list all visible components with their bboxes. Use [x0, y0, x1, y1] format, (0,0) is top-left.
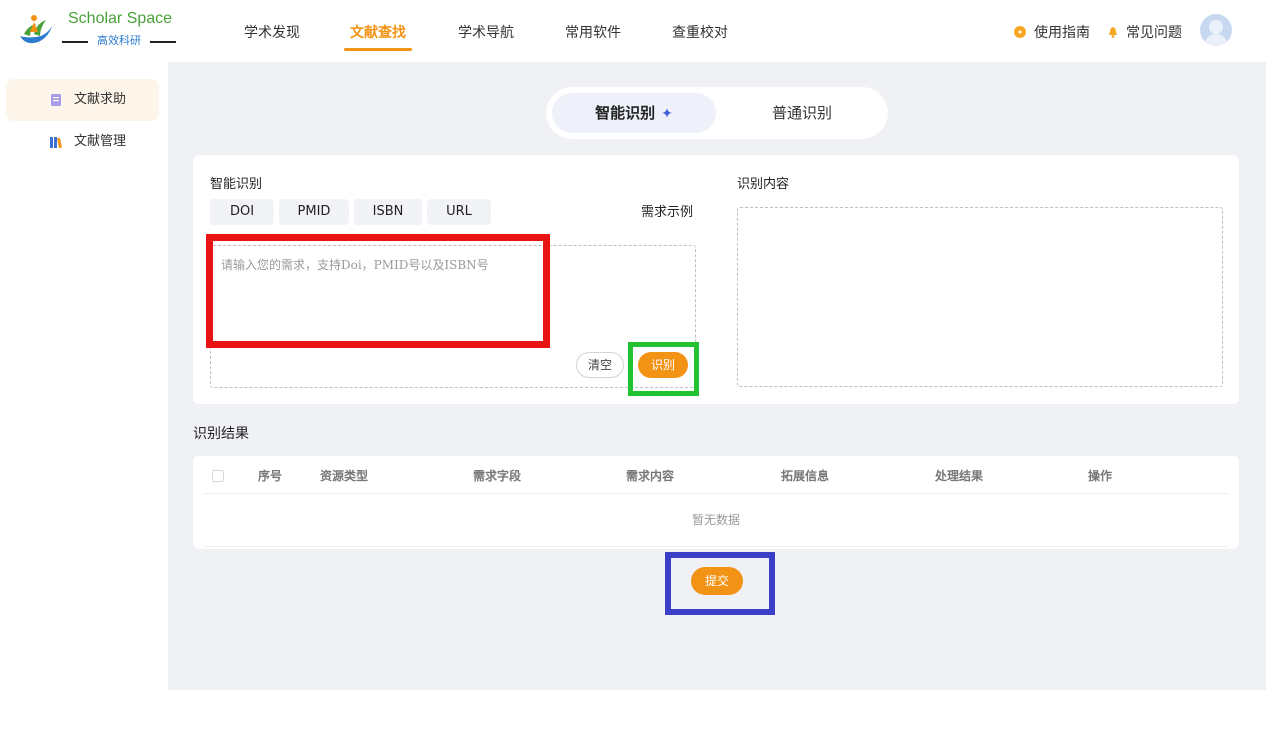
- nav-item-common-software[interactable]: 常用软件: [565, 22, 621, 42]
- document-icon: [51, 94, 61, 106]
- sidebar-item-label: 文献管理: [74, 134, 127, 149]
- nav-item-academic-discovery[interactable]: 学术发现: [244, 22, 300, 42]
- column-header-extended-info: 拓展信息: [781, 469, 830, 483]
- sidebar-item-literature-management[interactable]: 文献管理: [6, 121, 159, 163]
- top-navigation: Scholar Space 高效科研 学术发现 文献查找 学术导航 常用软件 查…: [0, 0, 1268, 62]
- tab-normal-recognition[interactable]: 普通识别: [722, 93, 882, 133]
- results-title: 识别结果: [193, 426, 249, 442]
- tab-smart-recognition-label: 智能识别: [595, 104, 656, 122]
- chip-pmid[interactable]: PMID: [279, 199, 349, 225]
- request-input-box: 清空 识别: [210, 245, 696, 388]
- nav-item-literature-search[interactable]: 文献查找: [350, 22, 406, 42]
- chip-url[interactable]: URL: [427, 199, 491, 225]
- column-header-processing-result: 处理结果: [935, 469, 984, 483]
- faq-link[interactable]: 常见问题: [1108, 22, 1182, 42]
- sidebar: 文献求助 文献管理: [0, 62, 168, 738]
- column-header-request-field: 需求字段: [473, 469, 522, 483]
- faq-label: 常见问题: [1126, 25, 1182, 41]
- user-avatar[interactable]: [1200, 14, 1232, 46]
- books-icon: [50, 137, 62, 148]
- recognition-card: 智能识别 DOI PMID ISBN URL 需求示例 清空 识别 识别内容: [193, 155, 1239, 404]
- column-header-actions: 操作: [1088, 469, 1113, 483]
- select-all-checkbox[interactable]: [212, 470, 224, 482]
- empty-state-text: 暂无数据: [691, 513, 740, 527]
- column-header-resource-type: 资源类型: [320, 469, 369, 483]
- results-table: 序号 资源类型 需求字段 需求内容 拓展信息 处理结果 操作 暂无数据: [193, 456, 1239, 549]
- request-example-link[interactable]: 需求示例: [641, 201, 693, 220]
- nav-item-academic-navigation[interactable]: 学术导航: [458, 22, 514, 42]
- brand-subtitle: 高效科研: [62, 34, 176, 48]
- guide-link[interactable]: 使用指南: [1014, 22, 1090, 42]
- guide-label: 使用指南: [1034, 25, 1090, 41]
- submit-button[interactable]: 提交: [691, 567, 743, 595]
- column-header-index: 序号: [258, 469, 283, 483]
- sidebar-item-label: 文献求助: [74, 92, 127, 107]
- user-avatar-icon: [1204, 20, 1228, 46]
- smart-recognition-title: 智能识别: [210, 177, 263, 192]
- compass-icon: [1014, 26, 1026, 38]
- column-header-request-content: 需求内容: [626, 469, 675, 483]
- recognize-button[interactable]: 识别: [638, 352, 688, 378]
- chip-isbn[interactable]: ISBN: [354, 199, 422, 225]
- chip-doi[interactable]: DOI: [210, 199, 274, 225]
- clear-button[interactable]: 清空: [576, 352, 624, 378]
- nav-item-plagiarism-check[interactable]: 查重校对: [672, 22, 728, 42]
- recognized-content-title: 识别内容: [737, 177, 790, 192]
- main-content: 智能识别 ✦ 普通识别 智能识别 DOI PMID ISBN URL 需求示例 清…: [168, 62, 1266, 690]
- bell-icon: [1109, 27, 1117, 38]
- nav-active-indicator: [344, 48, 412, 51]
- brand-title: Scholar Space: [68, 10, 173, 27]
- tab-smart-recognition[interactable]: 智能识别 ✦: [552, 93, 716, 133]
- recognition-mode-switch: 智能识别 ✦ 普通识别: [546, 87, 888, 139]
- sparkle-icon: ✦: [661, 106, 673, 122]
- table-header: 序号 资源类型 需求字段 需求内容 拓展信息 处理结果 操作: [203, 456, 1229, 494]
- recognized-content-box: [737, 207, 1223, 387]
- brand-logo[interactable]: Scholar Space 高效科研: [16, 10, 181, 52]
- table-bottom-divider: [203, 546, 1229, 547]
- sidebar-item-literature-request[interactable]: 文献求助: [6, 79, 159, 121]
- logo-mark-icon: [20, 15, 52, 44]
